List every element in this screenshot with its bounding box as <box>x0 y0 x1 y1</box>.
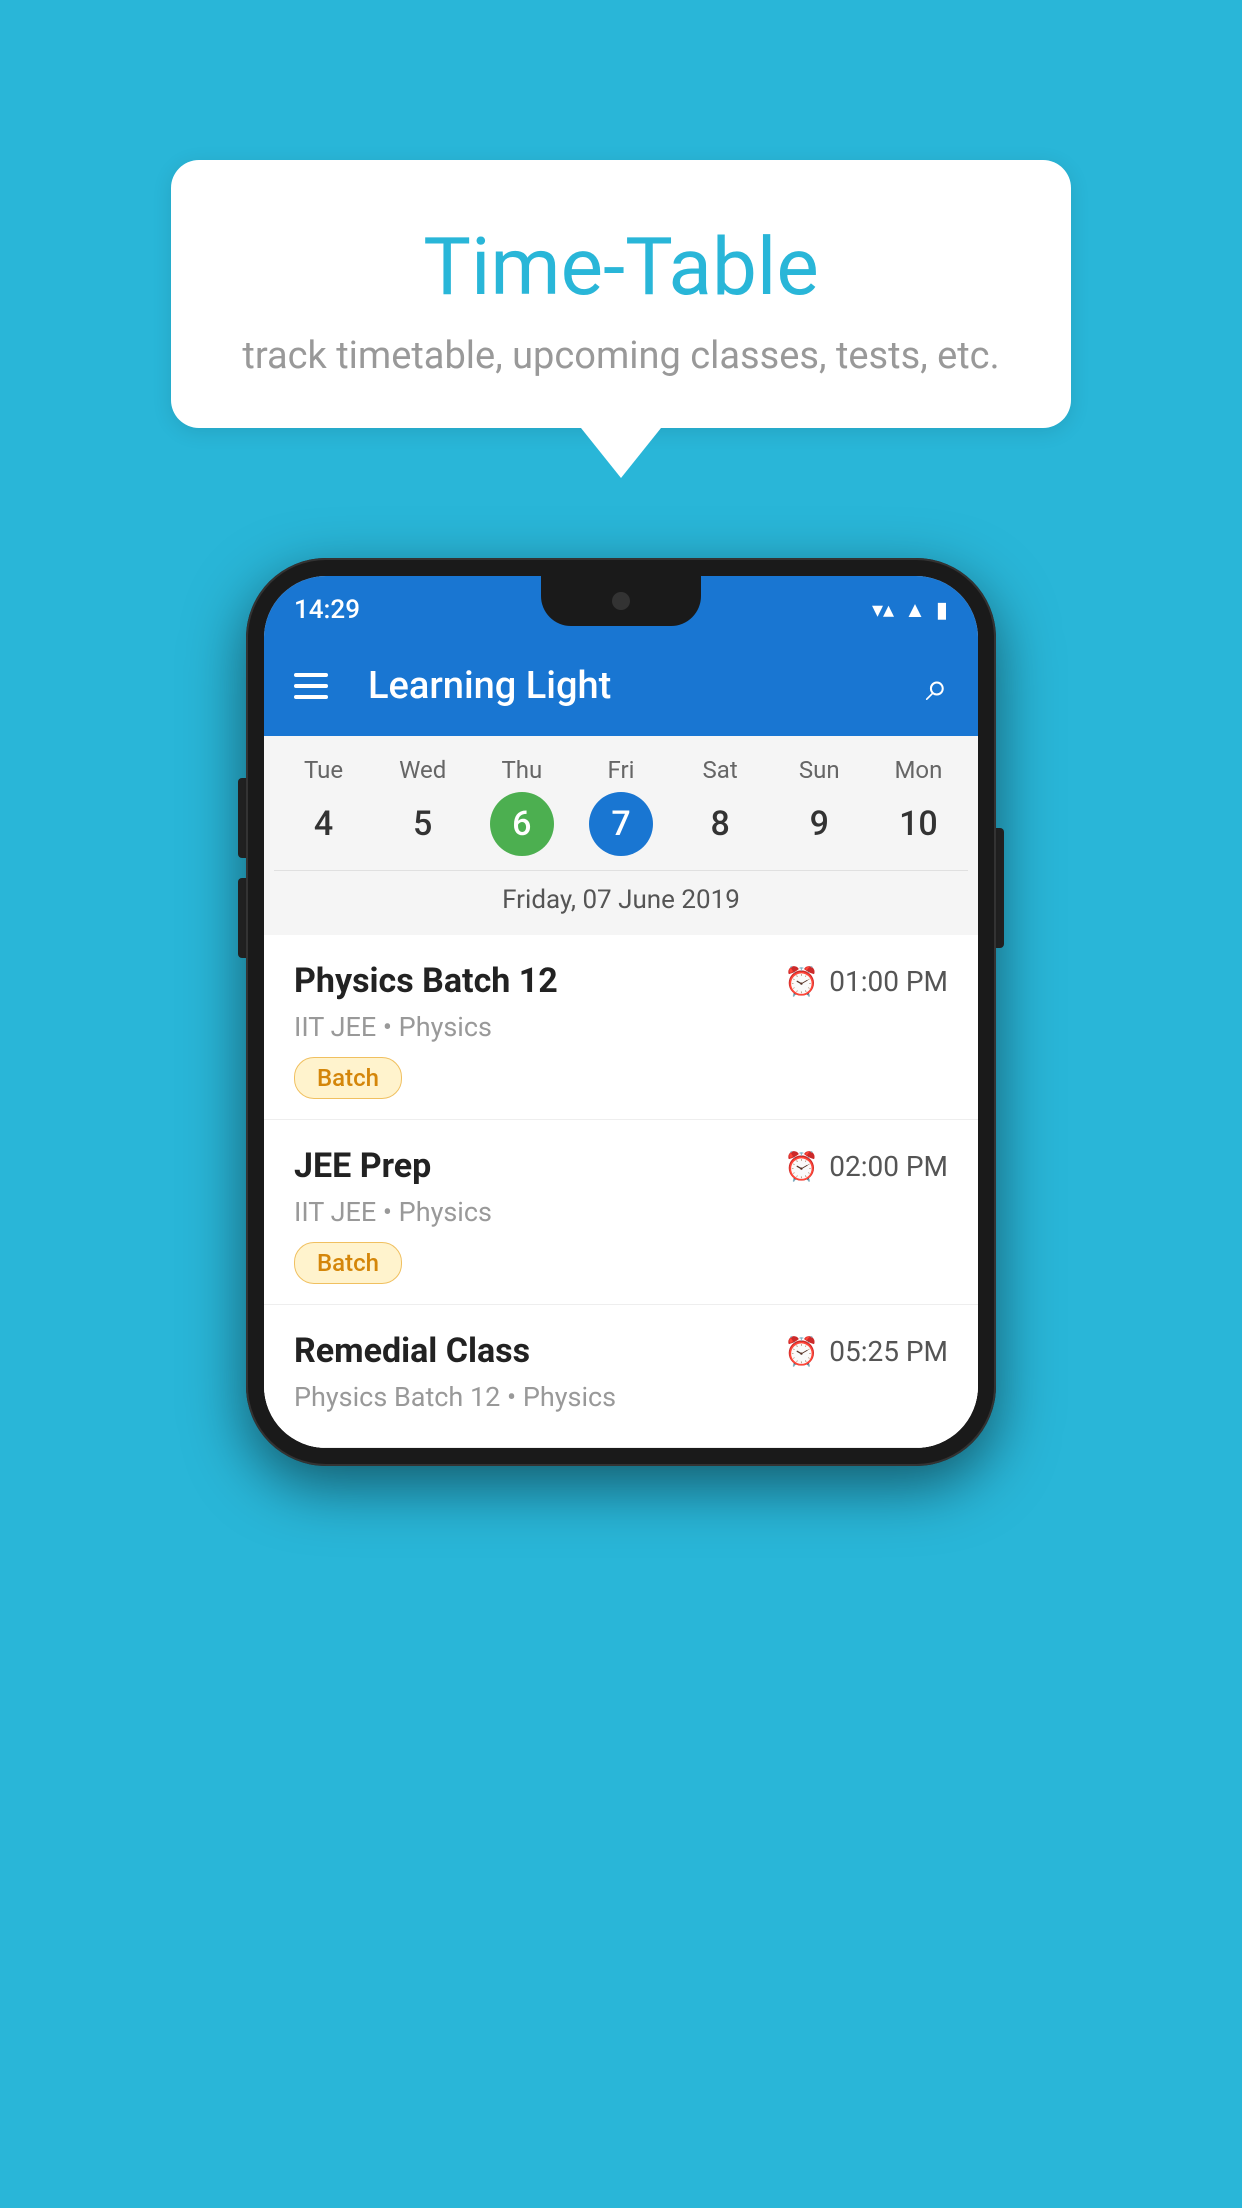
day-label: Mon <box>894 756 942 784</box>
day-label: Sat <box>703 756 738 784</box>
volume-down-button[interactable] <box>238 878 246 958</box>
day-number[interactable]: 5 <box>391 792 455 856</box>
day-col-5[interactable]: Wed 5 <box>383 756 463 856</box>
schedule-item-0[interactable]: Physics Batch 12 ⏰ 01:00 PM IIT JEE • Ph… <box>264 935 978 1120</box>
selected-date-label: Friday, 07 June 2019 <box>274 870 968 925</box>
day-col-6[interactable]: Thu 6 <box>482 756 562 856</box>
app-bar: Learning Light ⌕ <box>264 636 978 736</box>
day-number[interactable]: 9 <box>787 792 851 856</box>
camera-dot <box>612 592 630 610</box>
clock-icon: ⏰ <box>784 965 819 998</box>
schedule-item-time-value: 02:00 PM <box>829 1150 948 1183</box>
day-label: Fri <box>608 756 635 784</box>
schedule-item-time-value: 01:00 PM <box>829 965 948 998</box>
schedule-item-title: Remedial Class <box>294 1331 530 1371</box>
schedule-item-header: Remedial Class ⏰ 05:25 PM <box>294 1331 948 1371</box>
speech-bubble-arrow <box>581 428 661 478</box>
phone-screen: 14:29 ▾▴ ▲ ▮ Learning Light ⌕ <box>264 576 978 1448</box>
day-col-7[interactable]: Fri 7 <box>581 756 661 856</box>
schedule-item-title: JEE Prep <box>294 1146 431 1186</box>
day-number[interactable]: 7 <box>589 792 653 856</box>
speech-bubble: Time-Table track timetable, upcoming cla… <box>171 160 1071 428</box>
speech-bubble-container: Time-Table track timetable, upcoming cla… <box>171 160 1071 478</box>
wifi-icon: ▾▴ <box>872 598 894 623</box>
batch-tag: Batch <box>294 1057 402 1099</box>
day-col-4[interactable]: Tue 4 <box>284 756 364 856</box>
speech-bubble-title: Time-Table <box>211 220 1031 314</box>
calendar-strip: Tue 4 Wed 5 Thu 6 Fri 7 Sat 8 Sun 9 Mon 10 Friday, 07… <box>264 736 978 935</box>
status-icons: ▾▴ ▲ ▮ <box>872 597 948 623</box>
battery-icon: ▮ <box>936 598 948 623</box>
hamburger-menu-icon[interactable] <box>294 673 328 699</box>
day-number[interactable]: 8 <box>688 792 752 856</box>
phone-frame: 14:29 ▾▴ ▲ ▮ Learning Light ⌕ <box>246 558 996 1466</box>
schedule-item-time: ⏰ 02:00 PM <box>784 1150 948 1183</box>
schedule-item-1[interactable]: JEE Prep ⏰ 02:00 PM IIT JEE • Physics Ba… <box>264 1120 978 1305</box>
clock-icon: ⏰ <box>784 1335 819 1368</box>
schedule-item-time: ⏰ 05:25 PM <box>784 1335 948 1368</box>
batch-tag: Batch <box>294 1242 402 1284</box>
speech-bubble-subtitle: track timetable, upcoming classes, tests… <box>211 334 1031 378</box>
schedule-item-2[interactable]: Remedial Class ⏰ 05:25 PM Physics Batch … <box>264 1305 978 1448</box>
day-label: Wed <box>399 756 446 784</box>
schedule-item-subtitle: IIT JEE • Physics <box>294 1011 948 1043</box>
clock-icon: ⏰ <box>784 1150 819 1183</box>
schedule-item-subtitle: Physics Batch 12 • Physics <box>294 1381 948 1413</box>
day-label: Thu <box>501 756 542 784</box>
signal-icon: ▲ <box>904 597 926 623</box>
volume-up-button[interactable] <box>238 778 246 858</box>
day-col-8[interactable]: Sat 8 <box>680 756 760 856</box>
phone-wrapper: 14:29 ▾▴ ▲ ▮ Learning Light ⌕ <box>246 558 996 1466</box>
status-time: 14:29 <box>294 595 360 625</box>
search-icon[interactable]: ⌕ <box>926 663 948 710</box>
schedule-item-header: Physics Batch 12 ⏰ 01:00 PM <box>294 961 948 1001</box>
day-col-10[interactable]: Mon 10 <box>878 756 958 856</box>
schedule-item-subtitle: IIT JEE • Physics <box>294 1196 948 1228</box>
days-row: Tue 4 Wed 5 Thu 6 Fri 7 Sat 8 Sun 9 Mon 10 <box>274 756 968 856</box>
schedule-item-title: Physics Batch 12 <box>294 961 558 1001</box>
day-col-9[interactable]: Sun 9 <box>779 756 859 856</box>
schedule-item-time-value: 05:25 PM <box>829 1335 948 1368</box>
power-button[interactable] <box>996 828 1004 948</box>
schedule-item-time: ⏰ 01:00 PM <box>784 965 948 998</box>
day-number[interactable]: 6 <box>490 792 554 856</box>
day-number[interactable]: 10 <box>886 792 950 856</box>
phone-notch <box>541 576 701 626</box>
app-title: Learning Light <box>368 664 906 708</box>
day-label: Tue <box>304 756 343 784</box>
schedule-item-header: JEE Prep ⏰ 02:00 PM <box>294 1146 948 1186</box>
day-label: Sun <box>799 756 840 784</box>
schedule-list: Physics Batch 12 ⏰ 01:00 PM IIT JEE • Ph… <box>264 935 978 1448</box>
day-number[interactable]: 4 <box>292 792 356 856</box>
